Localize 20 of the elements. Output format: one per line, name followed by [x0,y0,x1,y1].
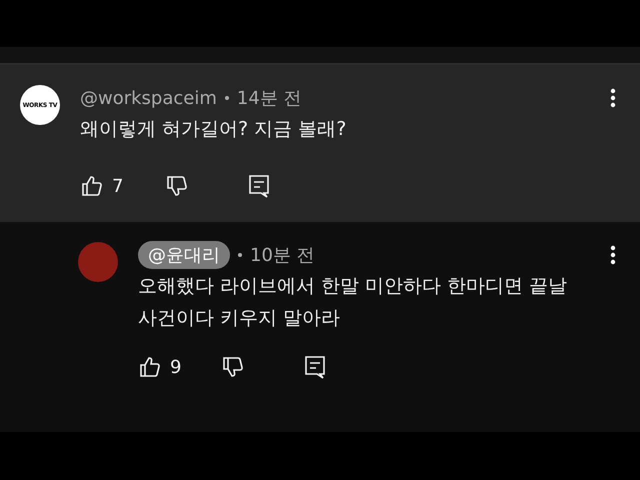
like-button[interactable]: 7 [80,174,124,198]
comment-text: 왜이렇게 혀가길어? 지금 볼래? [80,117,348,142]
more-options-icon[interactable] [610,245,616,265]
thumbs-up-icon [138,355,162,379]
comment-time: 10분 전 [250,244,315,267]
thumbs-up-icon [80,174,104,198]
dislike-button[interactable] [221,355,246,379]
like-count: 7 [112,176,124,196]
reply-button[interactable] [303,354,328,380]
like-count: 9 [170,356,182,378]
separator-dot [238,253,242,257]
reply-button[interactable] [247,173,272,199]
like-button[interactable]: 9 [138,355,182,379]
comment-author[interactable]: @workspaceim [80,88,217,108]
more-options-icon[interactable] [610,88,616,108]
comment-author[interactable]: @윤대리 [138,241,230,269]
dislike-button[interactable] [165,174,190,198]
comment-time: 14분 전 [236,87,302,110]
comment-text: 오해했다 라이브에서 한말 미안하다 한마디면 끝날 사건이다 키우지 말아라 [138,274,568,331]
separator-dot [224,96,229,100]
